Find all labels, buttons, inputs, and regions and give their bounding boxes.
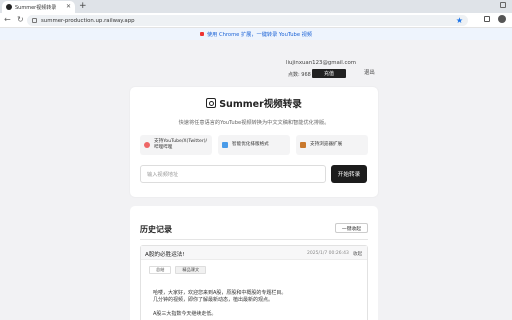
app-title-row: Summer视频转录 (130, 96, 378, 110)
url-text: summer-production.up.railway.app (41, 17, 135, 24)
history-record: A股的必胜运法! 2025/1/7 00:26:43 收起 总结 精品课文 哈喽… (140, 245, 368, 320)
feature-platforms: 支持YouTube/X(Twitter)/ 哔哩哔哩 (140, 135, 212, 155)
app-logo-icon (206, 98, 217, 108)
tab-title: Summer视频转录 (15, 4, 57, 11)
divider (140, 239, 368, 240)
video-url-input[interactable]: 输入视频地址 (140, 165, 326, 183)
close-tab-icon[interactable]: ✕ (66, 4, 71, 10)
window-controls (500, 2, 506, 8)
site-info-icon[interactable] (32, 18, 37, 23)
tab-strip: Summer视频转录 ✕ + (0, 0, 512, 13)
browser-toolbar: ← ↻ summer-production.up.railway.app ★ (0, 13, 512, 28)
extensions-icon[interactable] (484, 16, 490, 22)
address-bar[interactable]: summer-production.up.railway.app ★ (27, 15, 468, 26)
extension-banner[interactable]: 使用 Chrome 扩展，一键转录 YouTube 视频 (0, 28, 512, 40)
collapse-all-button[interactable]: 一键收起 (335, 223, 368, 233)
doc-icon (222, 142, 228, 148)
record-transcript: 哈喽，大家好，欢迎您来到A股，原股和中概股的专题栏目。 几分钟的视频，即你了解最… (153, 290, 357, 318)
start-transcribe-button[interactable]: 开始转录 (331, 165, 367, 183)
points-label: 点数: 968 (288, 72, 311, 78)
user-email: liujinxuan123@gmail.com (286, 60, 357, 66)
toolbar-actions (484, 15, 506, 23)
record-title: A股的必胜运法! (145, 252, 185, 258)
feature-text: 支持YouTube/X(Twitter)/ (154, 139, 208, 144)
puzzle-icon (300, 142, 306, 148)
bookmark-star-icon[interactable]: ★ (456, 15, 463, 26)
logout-link[interactable]: 退出 (364, 68, 375, 76)
browser-tab[interactable]: Summer视频转录 ✕ (2, 1, 75, 13)
record-time: 2025/1/7 00:26:43 (307, 250, 349, 256)
feature-text: 支持浏览器扩展 (310, 142, 343, 147)
site-favicon-icon (6, 4, 12, 10)
transcript-line: 几分钟的视频，即你了解最新动态，植出最新的观点。 (153, 297, 274, 303)
profile-avatar-icon[interactable] (498, 15, 506, 23)
tab-transcript[interactable]: 精品课文 (175, 266, 207, 274)
reload-icon[interactable]: ↻ (17, 15, 24, 25)
banner-text[interactable]: 使用 Chrome 扩展，一键转录 YouTube 视频 (207, 31, 312, 38)
feature-format: 智能优化排版格式 (218, 135, 290, 155)
feature-extension: 支持浏览器扩展 (296, 135, 368, 155)
tab-summary[interactable]: 总结 (149, 266, 172, 274)
record-header[interactable]: A股的必胜运法! 2025/1/7 00:26:43 收起 (141, 246, 367, 260)
app-subtitle: 快速将任意语言的YouTube视频转换为中文文稿和智能优化排版。 (178, 120, 330, 126)
feature-text: 哔哩哔哩 (154, 145, 173, 150)
transcript-line: A股三大指数今天继续走低。 (153, 311, 217, 317)
history-section: 历史记录 一键收起 A股的必胜运法! 2025/1/7 00:26:43 收起 … (130, 206, 378, 320)
feature-text: 智能优化排版格式 (232, 142, 269, 147)
tab-search-icon[interactable] (500, 2, 506, 8)
back-icon[interactable]: ← (4, 15, 11, 25)
transcribe-card: Summer视频转录 快速将任意语言的YouTube视频转换为中文文稿和智能优化… (130, 87, 378, 197)
banner-flag-icon (199, 32, 204, 36)
pin-icon (144, 142, 150, 148)
history-title: 历史记录 (140, 225, 172, 234)
new-tab-icon[interactable]: + (79, 1, 87, 11)
transcript-line: 哈喽，大家好，欢迎您来到A股，原股和中概股的专题栏目。 (153, 290, 287, 296)
recharge-button[interactable]: 充值 (312, 69, 346, 78)
app-title: Summer视频转录 (219, 99, 302, 110)
record-tabs: 总结 精品课文 (149, 266, 207, 274)
record-collapse-button[interactable]: 收起 (353, 251, 362, 257)
